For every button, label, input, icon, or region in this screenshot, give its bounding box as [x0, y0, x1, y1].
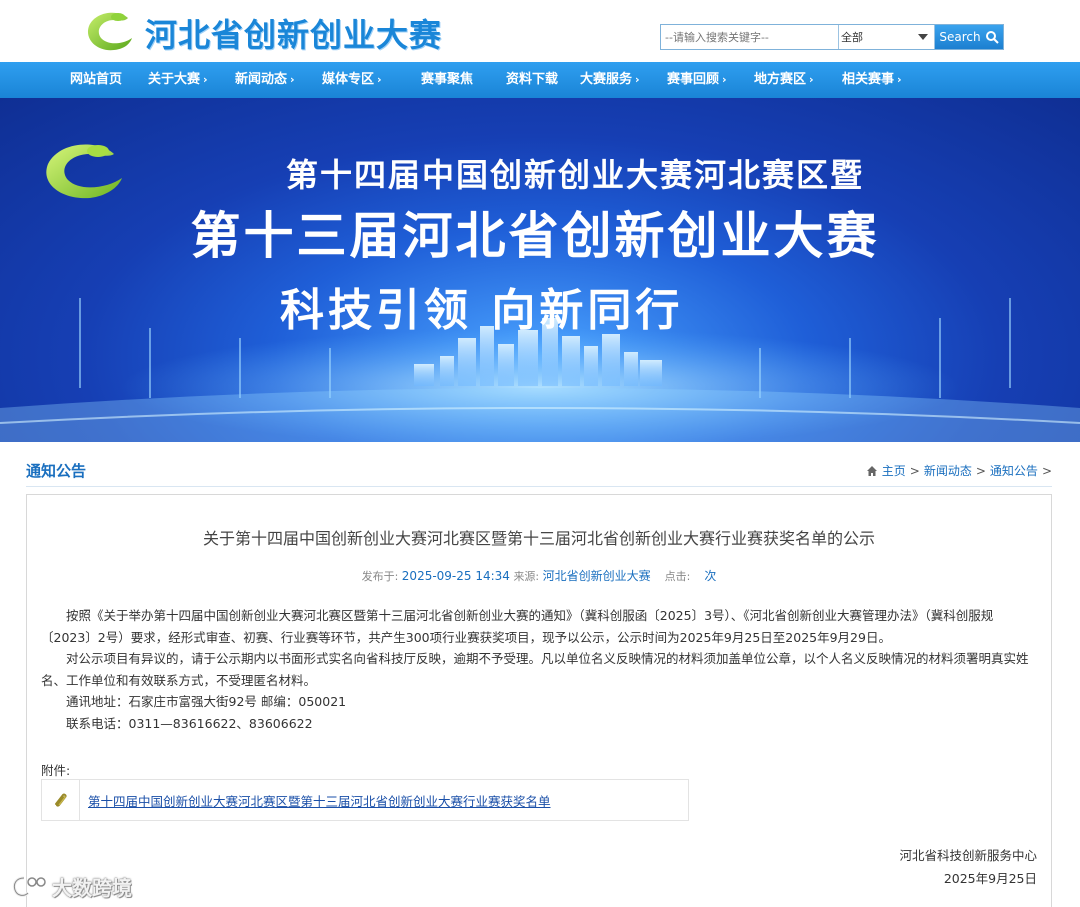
meta-published-date: 2025-09-25 14:34: [401, 569, 510, 583]
attachment-link[interactable]: 第十四届中国创新创业大赛河北赛区暨第十三届河北省创新创业大赛行业赛获奖名单: [80, 780, 688, 820]
search-input[interactable]: [661, 25, 839, 49]
chevron-right-icon: ›: [290, 73, 295, 86]
article-meta: 发布于: 2025-09-25 14:34 来源: 河北省创新创业大赛 点击: …: [27, 567, 1051, 584]
nav-item-media[interactable]: 媒体专区 ›: [322, 62, 382, 98]
banner-slogan: 科技引领 向新同行: [280, 285, 684, 336]
meta-source: 河北省创新创业大赛: [542, 569, 651, 583]
contact-address: 通讯地址：石家庄市富强大街92号 邮编：050021: [66, 694, 347, 709]
search-button[interactable]: Search: [935, 25, 1003, 49]
chevron-right-icon: ›: [635, 73, 640, 86]
meta-clicks-unit: 次: [704, 569, 717, 583]
banner-headline-1: 第十四届中国创新创业大赛河北赛区暨: [285, 156, 864, 194]
breadcrumb-separator: >: [1041, 463, 1052, 478]
breadcrumb: 主页 > 新闻动态 > 通知公告 >: [866, 462, 1052, 479]
main-nav: 网站首页 关于大赛 › 新闻动态 › 媒体专区 › 赛事聚焦 资料下载 大赛服务 › 赛…: [0, 62, 1080, 98]
breadcrumb-news[interactable]: 新闻动态: [924, 462, 972, 479]
search-button-label: Search: [939, 30, 981, 44]
nav-item-home[interactable]: 网站首页: [70, 62, 122, 98]
home-icon: [866, 465, 877, 476]
article-paragraph: 按照《关于举办第十四届中国创新创业大赛河北赛区暨第十三届河北省创新创业大赛的通知…: [41, 608, 994, 645]
chevron-right-icon: ›: [809, 73, 814, 86]
article-paragraph: 对公示项目有异议的，请于公示期内以书面形式实名向省科技厅反映，逾期不予受理。凡以…: [41, 651, 1029, 688]
attachment-row: 第十四届中国创新创业大赛河北赛区暨第十三届河北省创新创业大赛行业赛获奖名单: [41, 779, 689, 821]
site-logo-text[interactable]: 河北省创新创业大赛: [145, 10, 442, 56]
breadcrumb-separator: >: [909, 463, 920, 478]
watermark: 大数跨境: [10, 872, 132, 901]
search-scope-select[interactable]: 全部: [839, 25, 935, 49]
search-icon: [985, 31, 999, 44]
watermark-logo-icon: [12, 876, 46, 897]
meta-clicks-label: 点击:: [664, 570, 691, 583]
meta-published-label: 发布于:: [361, 570, 399, 583]
chevron-right-icon: ›: [722, 73, 727, 86]
watermark-text: 大数跨境: [52, 876, 132, 900]
signature-organization: 河北省科技创新服务中心: [899, 848, 1037, 863]
logo-c-icon[interactable]: [84, 8, 134, 54]
article-title: 关于第十四届中国创新创业大赛河北赛区暨第十三届河北省创新创业大赛行业赛获奖名单的…: [202, 529, 875, 548]
search-bar: 全部 Search: [660, 24, 1004, 50]
section-title: 通知公告: [26, 462, 87, 480]
nav-item-regions[interactable]: 地方赛区 ›: [754, 62, 814, 98]
paperclip-icon: [54, 793, 67, 807]
nav-item-news[interactable]: 新闻动态 ›: [235, 62, 295, 98]
breadcrumb-home[interactable]: 主页: [882, 462, 906, 479]
chevron-down-icon: [918, 34, 928, 40]
attachment-icon-cell: [42, 780, 80, 820]
article-panel: 关于第十四届中国创新创业大赛河北赛区暨第十三届河北省创新创业大赛行业赛获奖名单的…: [26, 494, 1052, 907]
banner-headline-2: 第十三届河北省创新创业大赛: [190, 207, 880, 265]
section-divider: [26, 486, 1052, 487]
nav-item-review[interactable]: 赛事回顾 ›: [667, 62, 727, 98]
nav-item-focus[interactable]: 赛事聚焦: [421, 62, 473, 98]
nav-item-related[interactable]: 相关赛事 ›: [842, 62, 902, 98]
nav-item-about[interactable]: 关于大赛 ›: [148, 62, 208, 98]
chevron-right-icon: ›: [897, 73, 902, 86]
breadcrumb-separator: >: [975, 463, 986, 478]
nav-item-downloads[interactable]: 资料下载: [506, 62, 558, 98]
search-scope-value: 全部: [841, 31, 863, 44]
hero-banner: 第十四届中国创新创业大赛河北赛区暨 第十三届河北省创新创业大赛 科技引领 向新同…: [0, 98, 1080, 442]
chevron-right-icon: ›: [203, 73, 208, 86]
meta-source-label: 来源:: [513, 570, 540, 583]
attachment-label: 附件:: [41, 763, 71, 778]
breadcrumb-notices[interactable]: 通知公告: [990, 462, 1038, 479]
site-header: 河北省创新创业大赛 全部 Search: [0, 0, 1080, 62]
article-body: 按照《关于举办第十四届中国创新创业大赛河北赛区暨第十三届河北省创新创业大赛的通知…: [41, 605, 1041, 734]
contact-phone: 联系电话：0311—83616622、83606622: [66, 715, 313, 731]
nav-item-services[interactable]: 大赛服务 ›: [580, 62, 640, 98]
signature-date: 2025年9月25日: [943, 871, 1037, 886]
chevron-right-icon: ›: [377, 73, 382, 86]
